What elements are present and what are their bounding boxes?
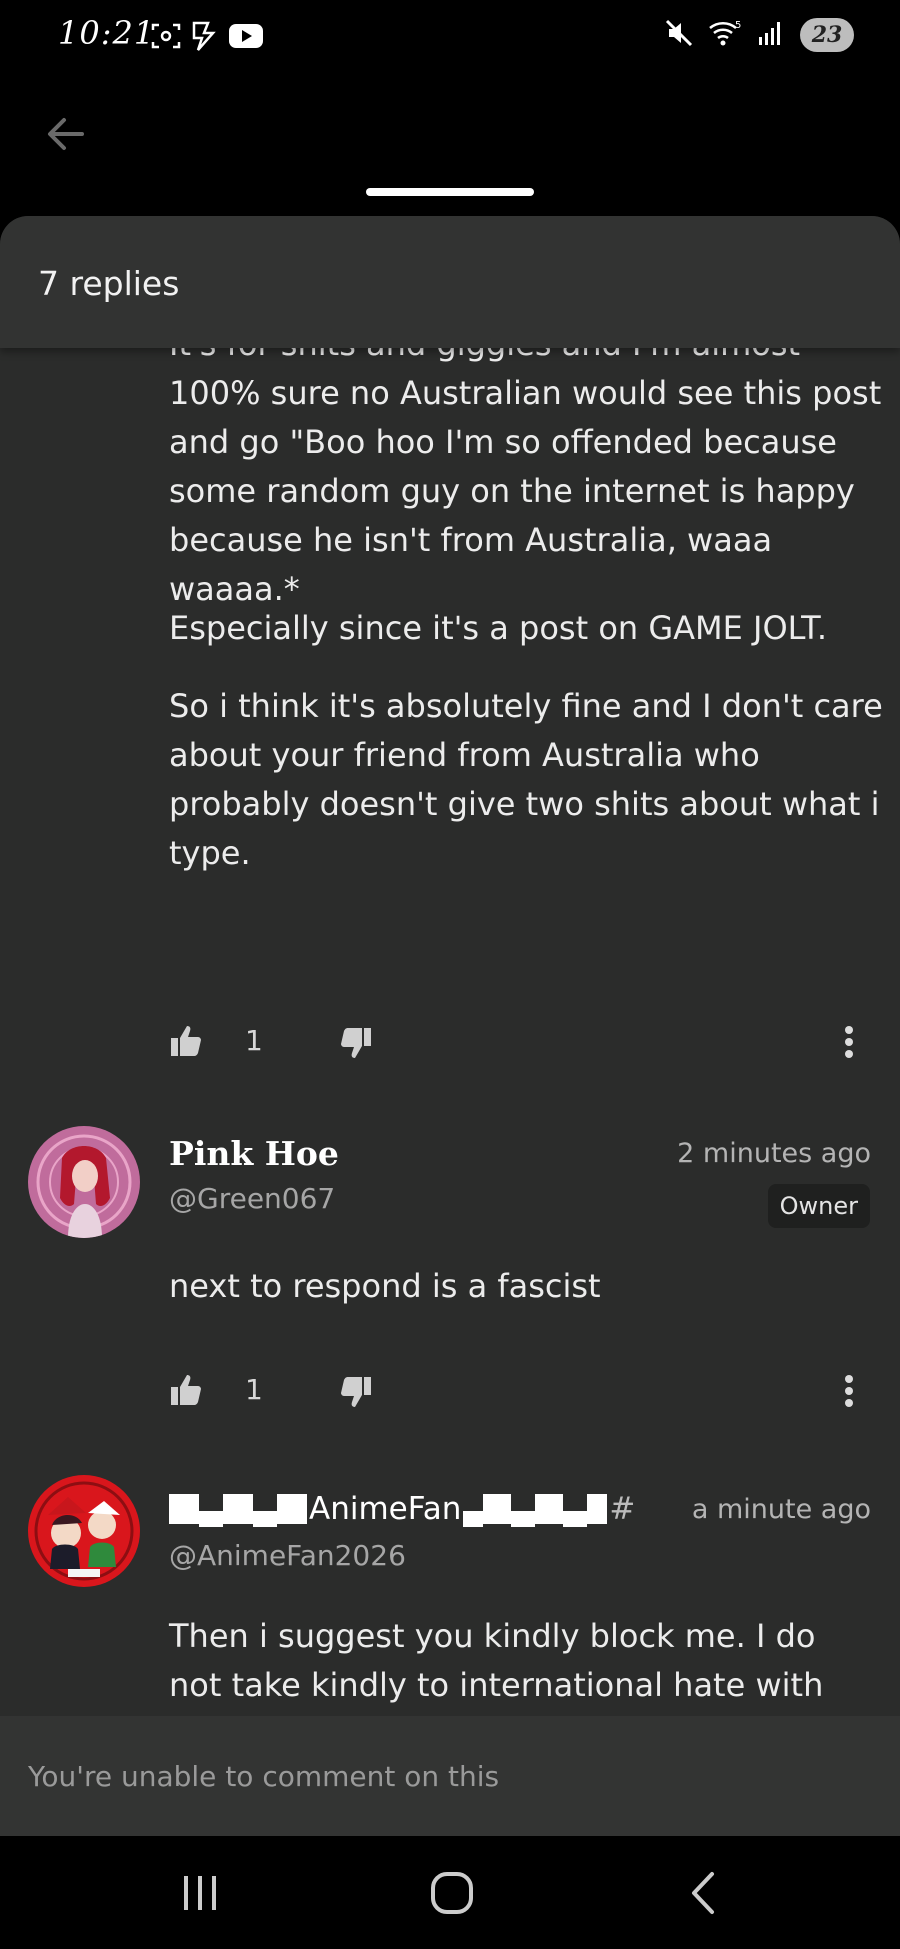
decoration-block <box>587 1494 608 1524</box>
comment-composer: You're unable to comment on this <box>0 1716 900 1836</box>
status-right-icons: 5 23 <box>664 18 854 52</box>
recent-apps-icon[interactable] <box>170 1866 230 1920</box>
avatar[interactable] <box>28 1126 140 1238</box>
author-name[interactable]: Pink Hoe <box>169 1134 339 1173</box>
battery-indicator: 23 <box>800 18 854 52</box>
app-top-area <box>0 70 900 220</box>
decoration-block <box>463 1511 484 1527</box>
comment-text: next to respond is a fascist <box>169 1267 601 1305</box>
decoration-block <box>199 1511 223 1527</box>
thumbs-up-icon[interactable] <box>169 1373 203 1407</box>
decoration-block <box>483 1494 512 1524</box>
comment-timestamp: 2 minutes ago <box>677 1138 871 1169</box>
decoration-block <box>277 1494 307 1524</box>
bolt-icon <box>190 20 220 56</box>
comment-text-line: not take kindly to international hate wi… <box>169 1666 824 1704</box>
sheet-title: 7 replies <box>38 264 180 303</box>
system-nav-bar <box>0 1836 900 1949</box>
decoration-block <box>511 1511 536 1527</box>
author-name-decorated[interactable]: AnimeFan # <box>169 1491 635 1527</box>
screenshot-icon <box>150 21 182 55</box>
owner-badge: Owner <box>767 1184 870 1228</box>
comment-paragraph: So i think it's absolutely fine and I do… <box>169 687 883 872</box>
author-name: AnimeFan <box>309 1491 462 1527</box>
sheet-drag-handle[interactable] <box>366 188 534 196</box>
comment-paragraph: It's for shits and giggles and I'm almos… <box>169 325 882 608</box>
decoration-block <box>535 1494 564 1524</box>
mute-icon <box>664 18 694 52</box>
more-options-icon[interactable] <box>841 1371 857 1411</box>
reply-thread[interactable]: It's for shits and giggles and I'm almos… <box>0 325 900 1836</box>
author-name-suffix: # <box>609 1491 636 1527</box>
decoration-block <box>223 1494 253 1524</box>
thumbs-down-icon[interactable] <box>339 1375 373 1409</box>
decoration-block <box>563 1511 588 1527</box>
author-handle[interactable]: @AnimeFan2026 <box>169 1539 406 1572</box>
svg-text:5: 5 <box>735 20 741 31</box>
sheet-header: 7 replies <box>0 216 900 348</box>
composer-disabled-text: You're unable to comment on this <box>28 1760 500 1793</box>
signal-icon <box>756 19 786 51</box>
decoration-block <box>169 1494 199 1524</box>
youtube-icon <box>228 23 264 53</box>
avatar[interactable] <box>28 1475 140 1587</box>
like-count: 1 <box>245 1024 263 1057</box>
replies-sheet: 7 replies It's for shits and giggles and… <box>0 216 900 1836</box>
nav-back-icon[interactable] <box>674 1866 734 1920</box>
comment-actions: 1 <box>169 1365 869 1415</box>
like-count: 1 <box>245 1373 263 1406</box>
status-time: 10:21 <box>58 14 156 52</box>
comment-text-line: Then i suggest you kindly block me. I do <box>169 1617 816 1655</box>
status-bar: 10:21 5 23 <box>0 0 900 70</box>
comment-timestamp: a minute ago <box>691 1494 871 1525</box>
back-arrow-icon[interactable] <box>44 112 88 156</box>
thumbs-down-icon[interactable] <box>339 1026 373 1060</box>
thumbs-up-icon[interactable] <box>169 1024 203 1058</box>
comment-actions: 1 <box>169 1016 869 1066</box>
more-options-icon[interactable] <box>841 1022 857 1062</box>
author-handle[interactable]: @Green067 <box>169 1182 335 1215</box>
comment-paragraph: Especially since it's a post on GAME JOL… <box>169 609 827 647</box>
home-icon[interactable] <box>422 1866 482 1920</box>
status-left-icons <box>150 20 264 56</box>
wifi-icon: 5 <box>708 18 742 52</box>
decoration-block <box>253 1511 277 1527</box>
